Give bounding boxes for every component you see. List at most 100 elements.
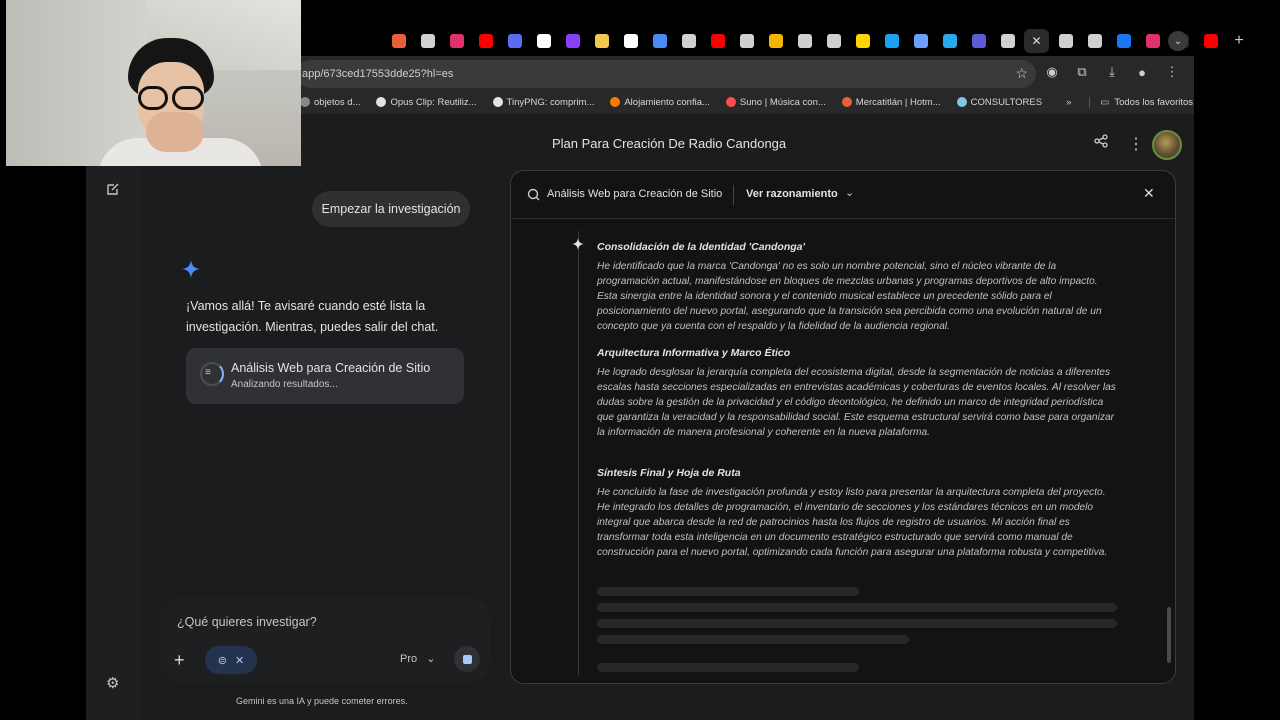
gemini-spark-icon [182, 260, 202, 280]
menu-icon[interactable]: ⋮ [1164, 64, 1180, 80]
download-icon[interactable]: ⤓ [1104, 64, 1120, 80]
address-bar[interactable]: app/673ced17553dde25?hl=es ☆ [296, 60, 1036, 88]
chevron-down-icon: ⌄ [426, 653, 436, 665]
browser-tab[interactable] [792, 29, 817, 53]
assistant-message: ¡Vamos allá! Te avisaré cuando esté list… [186, 299, 439, 334]
browser-tab[interactable] [531, 29, 556, 53]
browser-tab[interactable] [618, 29, 643, 53]
browser-tab[interactable] [705, 29, 730, 53]
new-tab-icon[interactable]: + [1227, 32, 1251, 50]
disclaimer: Gemini es una IA y puede cometer errores… [236, 696, 408, 706]
browser-tab[interactable] [995, 29, 1020, 53]
remove-chip-icon[interactable]: ✕ [235, 654, 244, 667]
browser-tab[interactable] [879, 29, 904, 53]
model-selector[interactable]: Pro ⌄ [400, 652, 435, 665]
section-title: Síntesis Final y Hoja de Ruta [597, 467, 741, 479]
deep-research-chip[interactable]: ⊜ ✕ [205, 646, 257, 674]
loading-placeholder [597, 635, 909, 644]
browser-tab[interactable] [560, 29, 585, 53]
tab-favicon-icon [391, 34, 406, 48]
browser-tab[interactable] [415, 29, 440, 53]
tab-favicon-icon [971, 34, 986, 48]
browser-tab[interactable] [937, 29, 962, 53]
tab-favicon-icon [855, 34, 870, 48]
browser-tab[interactable] [1111, 29, 1136, 53]
tab-favicon-icon [565, 34, 580, 48]
share-icon[interactable] [1094, 134, 1112, 152]
browser-tab[interactable] [473, 29, 498, 53]
chevron-down-icon[interactable]: ⌄ [845, 186, 854, 199]
tab-favicon-icon [1203, 34, 1218, 48]
bookmark-item[interactable]: CONSULTORES [956, 97, 1042, 108]
settings-gear-icon[interactable]: ⚙ [106, 674, 122, 692]
new-chat-icon[interactable] [106, 182, 122, 198]
more-options-icon[interactable]: ⋮ [1128, 134, 1144, 154]
avatar[interactable] [1152, 130, 1182, 160]
show-reasoning-toggle[interactable]: Ver razonamiento [746, 188, 838, 200]
browser-tab[interactable] [850, 29, 875, 53]
gemini-app: ⚙ Plan Para Creación De Radio Candonga ⋮… [86, 114, 1194, 720]
bookmark-label: Suno | Música con... [739, 96, 826, 108]
all-favorites-folder[interactable]: ▭ Todos los favoritos [1089, 96, 1194, 108]
tab-favicon-icon [1116, 34, 1131, 48]
research-card-status: Analizando resultados... [231, 379, 338, 390]
browser-tab[interactable] [647, 29, 672, 53]
browser-tab[interactable] [1082, 29, 1107, 53]
left-rail: ⚙ [86, 114, 141, 720]
browser-tab[interactable] [734, 29, 759, 53]
tab-list: ✕ + [386, 28, 1251, 54]
bookmark-label: Opus Clip: Reutiliz... [390, 96, 477, 108]
bookmark-item[interactable]: TinyPNG: comprim... [492, 97, 594, 108]
list-icon: ≡ [205, 367, 211, 378]
close-icon[interactable]: ✕ [1031, 34, 1041, 48]
bookmark-item[interactable]: Mercatitlán | Hotm... [841, 97, 941, 108]
profile-icon[interactable]: ● [1134, 64, 1150, 80]
extensions-icon[interactable]: ⧉ [1074, 64, 1090, 80]
folder-icon: ▭ [1100, 96, 1110, 108]
stop-button[interactable] [454, 646, 480, 672]
browser-tab[interactable] [444, 29, 469, 53]
browser-tab[interactable] [502, 29, 527, 53]
reasoning-section: Arquitectura Informativa y Marco Ético H… [597, 347, 1117, 440]
divider [733, 185, 734, 205]
tab-favicon-icon [536, 34, 551, 48]
section-body: He concluido la fase de investigación pr… [597, 487, 1108, 558]
browser-tab[interactable] [676, 29, 701, 53]
panel-scrollbar[interactable] [1167, 607, 1171, 663]
browser-tab[interactable] [1053, 29, 1078, 53]
research-card-title: Análisis Web para Creación de Sitio [231, 361, 431, 375]
browser-tab[interactable] [386, 29, 411, 53]
research-icon [527, 188, 541, 202]
tab-search-chevron-icon[interactable]: ⌄ [1168, 31, 1188, 51]
browser-tab[interactable] [821, 29, 846, 53]
bookmark-item[interactable]: Suno | Música con... [725, 96, 826, 108]
prompt-input-box[interactable]: ¿Qué quieres investigar? + ⊜ ✕ Pro ⌄ [160, 598, 490, 682]
panel-header: Análisis Web para Creación de Sitio Ver … [511, 171, 1175, 219]
active-tab[interactable]: ✕ [1024, 29, 1049, 53]
research-card[interactable]: ≡ Análisis Web para Creación de Sitio An… [186, 348, 464, 404]
bookmark-favicon-icon [376, 97, 387, 107]
camera-icon[interactable]: ◉ [1044, 64, 1060, 80]
all-favorites-label: Todos los favoritos [1114, 96, 1194, 108]
bookmark-star-icon[interactable]: ☆ [1015, 65, 1028, 82]
webcam-overlay [6, 0, 301, 166]
tab-favicon-icon [797, 34, 812, 48]
browser-tab[interactable] [763, 29, 788, 53]
bookmark-item[interactable]: Alojamiento confia... [610, 97, 710, 108]
bookmark-favicon-icon [956, 97, 967, 107]
add-icon[interactable]: + [174, 650, 185, 671]
tab-favicon-icon [449, 34, 464, 48]
browser-tab[interactable] [966, 29, 991, 53]
tab-favicon-icon [884, 34, 899, 48]
tab-favicon-icon [1058, 34, 1073, 48]
bookmark-item[interactable]: Opus Clip: Reutiliz... [376, 96, 477, 108]
user-message: Empezar la investigación [312, 191, 470, 227]
browser-tab[interactable] [589, 29, 614, 53]
bookmark-item[interactable]: objetos d... [300, 97, 360, 108]
prompt-placeholder[interactable]: ¿Qué quieres investigar? [177, 615, 317, 629]
browser-tab[interactable] [1140, 29, 1165, 53]
browser-tab[interactable] [908, 29, 933, 53]
close-icon[interactable]: ✕ [1143, 185, 1155, 202]
browser-tab[interactable] [1198, 29, 1223, 53]
bookmarks-overflow[interactable]: » [1066, 97, 1071, 108]
